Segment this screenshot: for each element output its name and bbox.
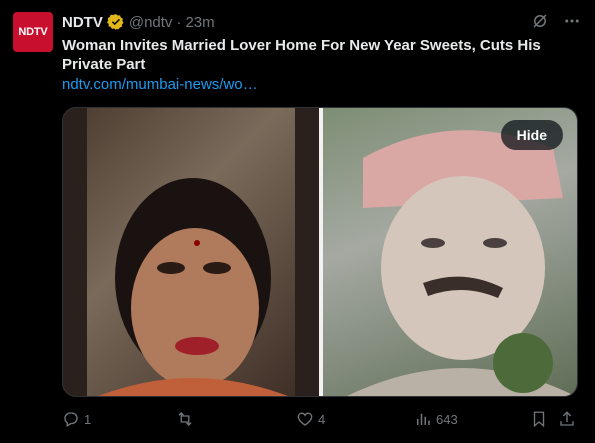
right-photo[interactable] xyxy=(323,108,577,396)
repost-button[interactable] xyxy=(176,410,198,428)
author-name[interactable]: NDTV xyxy=(62,14,103,31)
repost-icon xyxy=(178,412,192,426)
media-container[interactable]: Hide xyxy=(62,107,578,397)
man-photo-icon xyxy=(347,130,575,396)
woman-photo-icon xyxy=(63,108,319,396)
tweet-header: NDTV @ndtv · 23m xyxy=(62,12,215,32)
hide-media-button[interactable]: Hide xyxy=(500,120,563,150)
reply-count: 1 xyxy=(84,411,92,427)
action-bar: 1 4 643 xyxy=(62,410,582,432)
like-count: 4 xyxy=(318,411,326,427)
share-icon xyxy=(560,411,574,426)
timestamp[interactable]: 23m xyxy=(185,14,214,31)
grok-icon[interactable] xyxy=(531,12,549,30)
avatar[interactable]: NDTV xyxy=(13,12,53,52)
left-photo[interactable] xyxy=(63,108,319,396)
bookmark-button[interactable] xyxy=(530,410,548,428)
analytics-icon xyxy=(417,413,430,425)
view-count: 643 xyxy=(436,411,458,427)
more-options-icon[interactable] xyxy=(563,12,581,30)
article-link[interactable]: ndtv.com/mumbai-news/wo… xyxy=(62,76,258,93)
reply-icon xyxy=(64,412,78,427)
tweet-text: Woman Invites Married Lover Home For New… xyxy=(62,37,541,73)
reply-button[interactable]: 1 xyxy=(62,410,91,428)
author-handle[interactable]: @ndtv xyxy=(129,14,173,31)
verified-badge-icon xyxy=(106,13,125,31)
heart-icon xyxy=(297,412,313,426)
like-button[interactable]: 4 xyxy=(296,410,325,428)
separator-dot: · xyxy=(176,13,182,31)
top-actions xyxy=(531,12,581,30)
bookmark-icon xyxy=(533,411,545,428)
share-button[interactable] xyxy=(558,410,576,428)
avatar-logo-text: NDTV xyxy=(18,26,48,38)
views-button[interactable]: 643 xyxy=(414,410,458,428)
